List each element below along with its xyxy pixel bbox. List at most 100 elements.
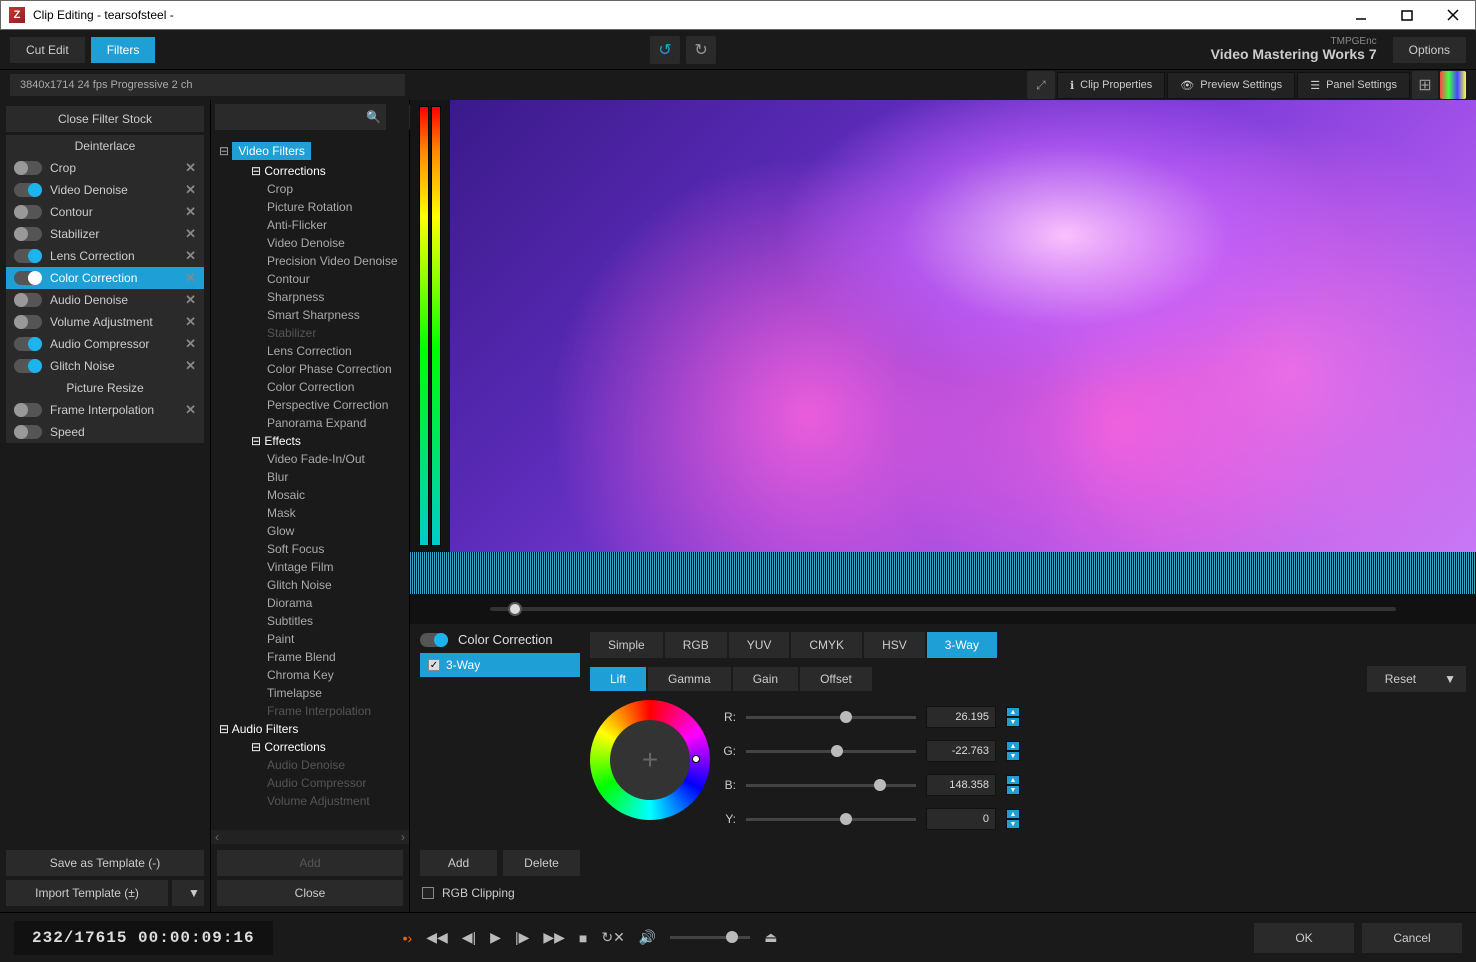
minimize-button[interactable] bbox=[1347, 5, 1375, 25]
slider-track[interactable] bbox=[746, 818, 916, 821]
volume-slider[interactable] bbox=[670, 936, 750, 939]
color-bars-icon[interactable] bbox=[1440, 71, 1466, 99]
close-filter-stock-button[interactable]: Close Filter Stock bbox=[6, 106, 204, 132]
tree-node[interactable]: Video Fade-In/Out bbox=[215, 450, 405, 468]
remove-icon[interactable]: ✕ bbox=[185, 314, 196, 330]
filter-item-video-denoise[interactable]: Video Denoise✕ bbox=[6, 179, 204, 201]
remove-icon[interactable]: ✕ bbox=[185, 248, 196, 264]
ok-button[interactable]: OK bbox=[1254, 923, 1354, 953]
slider-value[interactable]: 26.195 bbox=[926, 706, 996, 728]
filter-item-stabilizer[interactable]: Stabilizer✕ bbox=[6, 223, 204, 245]
remove-icon[interactable]: ✕ bbox=[185, 204, 196, 220]
record-mark-icon[interactable]: •› bbox=[403, 930, 413, 946]
toggle-icon[interactable] bbox=[14, 183, 42, 197]
cc-subtab-gain[interactable]: Gain bbox=[733, 667, 798, 691]
import-template-button[interactable]: Import Template (±) bbox=[6, 880, 168, 906]
checkbox-icon[interactable] bbox=[422, 887, 434, 899]
tree-node[interactable]: Color Correction bbox=[215, 378, 405, 396]
remove-icon[interactable]: ✕ bbox=[185, 270, 196, 286]
tree-node[interactable]: Anti-Flicker bbox=[215, 216, 405, 234]
remove-icon[interactable]: ✕ bbox=[185, 182, 196, 198]
spinner[interactable]: ▲▼ bbox=[1006, 741, 1020, 761]
tree-node[interactable]: Panorama Expand bbox=[215, 414, 405, 432]
slider-track[interactable] bbox=[746, 716, 916, 719]
toggle-icon[interactable] bbox=[14, 271, 42, 285]
save-template-button[interactable]: Save as Template (-) bbox=[6, 850, 204, 876]
undo-button[interactable]: ↺ bbox=[650, 36, 680, 64]
cancel-button[interactable]: Cancel bbox=[1362, 923, 1462, 953]
seek-thumb[interactable] bbox=[508, 602, 522, 616]
remove-icon[interactable]: ✕ bbox=[185, 226, 196, 242]
options-button[interactable]: Options bbox=[1393, 37, 1466, 63]
tree-node[interactable]: ⊟ Audio Filters bbox=[215, 720, 405, 738]
tree-node[interactable]: Subtitles bbox=[215, 612, 405, 630]
tree-node[interactable]: Frame Blend bbox=[215, 648, 405, 666]
tree-node[interactable]: Frame Interpolation bbox=[215, 702, 405, 720]
cc-subtab-lift[interactable]: Lift bbox=[590, 667, 646, 691]
remove-icon[interactable]: ✕ bbox=[185, 292, 196, 308]
slider-thumb[interactable] bbox=[831, 745, 843, 757]
tree-node[interactable]: Volume Adjustment bbox=[215, 792, 405, 810]
spinner[interactable]: ▲▼ bbox=[1006, 707, 1020, 727]
toggle-icon[interactable] bbox=[14, 249, 42, 263]
eject-icon[interactable]: ⏏ bbox=[764, 929, 777, 946]
tree-video-filters[interactable]: ⊟ Video Filters bbox=[215, 140, 405, 162]
layout-toggle-icon[interactable]: ⤢ bbox=[1027, 71, 1055, 99]
tree-node[interactable]: Timelapse bbox=[215, 684, 405, 702]
filter-tree[interactable]: ⊟ Video Filters⊟ CorrectionsCropPicture … bbox=[211, 134, 409, 830]
slider-thumb[interactable] bbox=[840, 813, 852, 825]
tree-node[interactable]: Glitch Noise bbox=[215, 576, 405, 594]
toggle-icon[interactable] bbox=[14, 315, 42, 329]
cc-delete-button[interactable]: Delete bbox=[503, 850, 580, 876]
loop-icon[interactable]: ↻✕ bbox=[601, 929, 624, 946]
cc-subtab-gamma[interactable]: Gamma bbox=[648, 667, 731, 691]
tree-node[interactable]: Audio Compressor bbox=[215, 774, 405, 792]
cc-reset-dropdown[interactable]: ▼ bbox=[1434, 666, 1466, 692]
toggle-icon[interactable] bbox=[14, 337, 42, 351]
cc-subtab-offset[interactable]: Offset bbox=[800, 667, 872, 691]
toggle-icon[interactable] bbox=[14, 403, 42, 417]
filter-item-color-correction[interactable]: Color Correction✕ bbox=[6, 267, 204, 289]
redo-button[interactable]: ↻ bbox=[686, 36, 716, 64]
toggle-icon[interactable] bbox=[14, 205, 42, 219]
maximize-button[interactable] bbox=[1393, 5, 1421, 25]
tree-node[interactable]: Perspective Correction bbox=[215, 396, 405, 414]
cc-tab-rgb[interactable]: RGB bbox=[665, 632, 727, 658]
tree-node[interactable]: Soft Focus bbox=[215, 540, 405, 558]
step-fwd-icon[interactable]: |▶ bbox=[515, 929, 529, 946]
tree-node[interactable]: Crop bbox=[215, 180, 405, 198]
filter-search-input[interactable] bbox=[215, 104, 386, 130]
tree-node[interactable]: Diorama bbox=[215, 594, 405, 612]
spinner[interactable]: ▲▼ bbox=[1006, 809, 1020, 829]
filter-item-deinterlace[interactable]: Deinterlace bbox=[6, 135, 204, 157]
slider-track[interactable] bbox=[746, 750, 916, 753]
filter-item-volume-adjustment[interactable]: Volume Adjustment✕ bbox=[6, 311, 204, 333]
filter-item-lens-correction[interactable]: Lens Correction✕ bbox=[6, 245, 204, 267]
step-back-icon[interactable]: ◀| bbox=[462, 929, 476, 946]
filter-item-audio-compressor[interactable]: Audio Compressor✕ bbox=[6, 333, 204, 355]
slider-thumb[interactable] bbox=[840, 711, 852, 723]
remove-icon[interactable]: ✕ bbox=[185, 358, 196, 374]
cc-tab-3-way[interactable]: 3-Way bbox=[927, 632, 997, 658]
filters-button[interactable]: Filters bbox=[91, 37, 156, 63]
cc-reset-button[interactable]: Reset bbox=[1367, 666, 1434, 692]
tree-node[interactable]: Paint bbox=[215, 630, 405, 648]
spinner[interactable]: ▲▼ bbox=[1006, 775, 1020, 795]
cc-tab-hsv[interactable]: HSV bbox=[864, 632, 925, 658]
cc-tab-cmyk[interactable]: CMYK bbox=[791, 632, 862, 658]
remove-icon[interactable]: ✕ bbox=[185, 402, 196, 418]
filter-item-crop[interactable]: Crop✕ bbox=[6, 157, 204, 179]
close-button[interactable] bbox=[1439, 5, 1467, 25]
slider-value[interactable]: 148.358 bbox=[926, 774, 996, 796]
toggle-icon[interactable] bbox=[14, 161, 42, 175]
add-panel-icon[interactable]: ⊞ bbox=[1412, 71, 1438, 99]
tree-node[interactable]: ⊟ Effects bbox=[215, 432, 405, 450]
slider-thumb[interactable] bbox=[874, 779, 886, 791]
toggle-icon[interactable] bbox=[14, 425, 42, 439]
tree-node[interactable]: Color Phase Correction bbox=[215, 360, 405, 378]
slider-value[interactable]: -22.763 bbox=[926, 740, 996, 762]
stop-icon[interactable]: ■ bbox=[579, 930, 587, 946]
color-wheel[interactable]: + bbox=[590, 700, 710, 820]
filter-item-speed[interactable]: Speed bbox=[6, 421, 204, 443]
panel-settings-tab[interactable]: ☰Panel Settings bbox=[1297, 72, 1410, 99]
